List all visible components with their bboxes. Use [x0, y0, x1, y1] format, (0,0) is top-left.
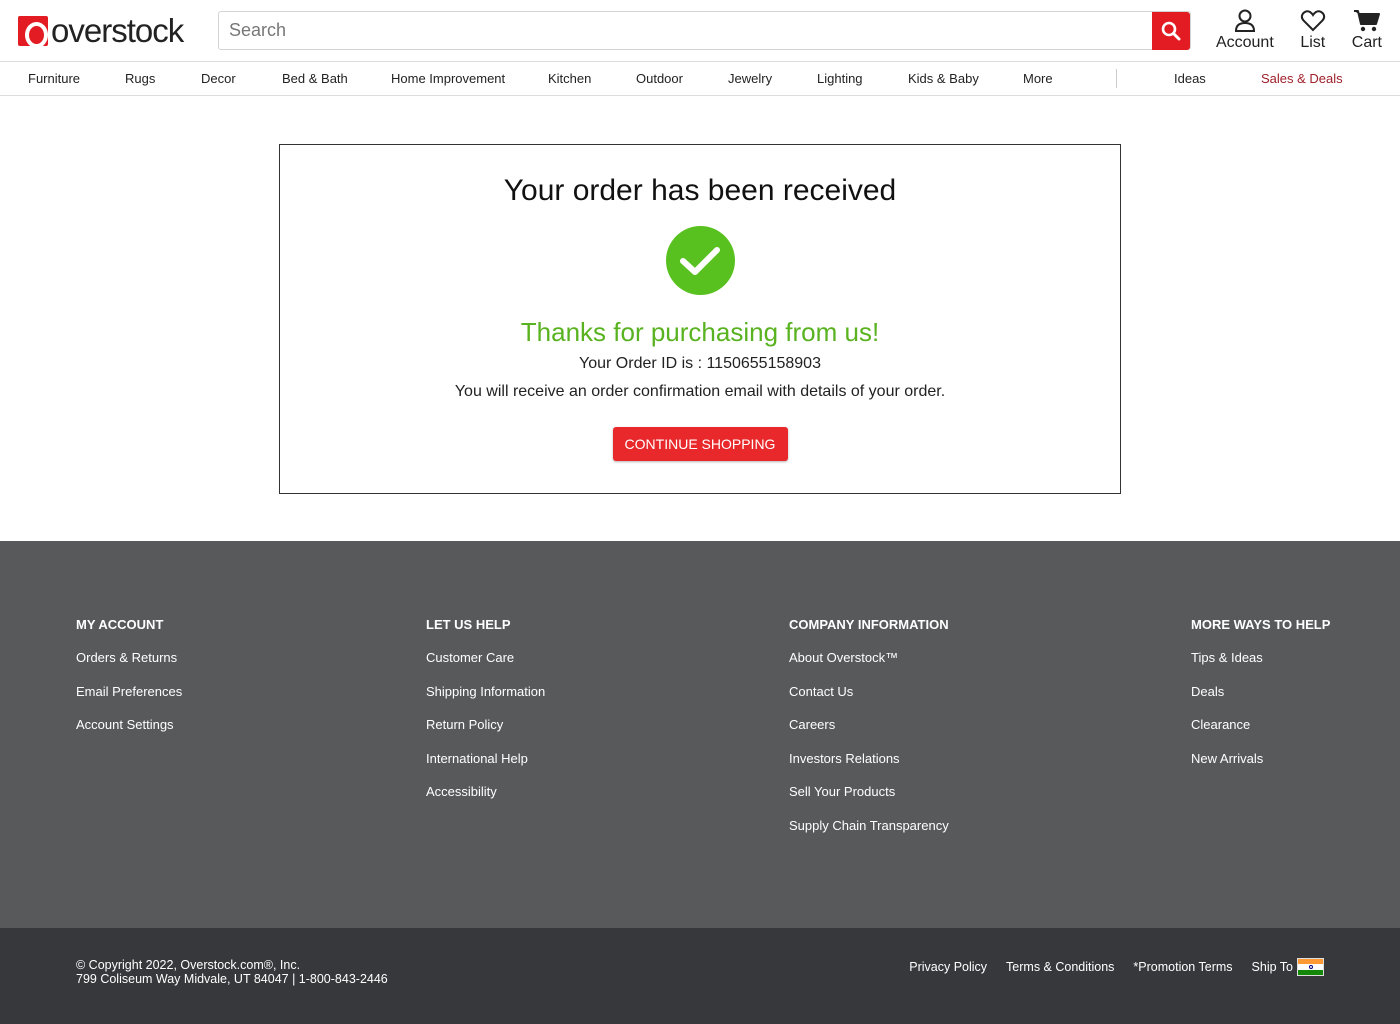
nav-item-ideas[interactable]: Ideas: [1174, 71, 1206, 86]
footer-link-deals[interactable]: Deals: [1191, 684, 1330, 700]
site-footer: MY ACCOUNT Orders & Returns Email Prefer…: [0, 541, 1400, 928]
footer-link-tips-ideas[interactable]: Tips & Ideas: [1191, 650, 1330, 666]
list-label: List: [1300, 34, 1326, 51]
footer-link-contact-us[interactable]: Contact Us: [789, 684, 949, 700]
nav-item-home-improvement[interactable]: Home Improvement: [391, 71, 505, 86]
footer-col-company-information: COMPANY INFORMATION About Overstock™ Con…: [789, 617, 949, 851]
order-id-text: Your Order ID is : 1150655158903: [579, 355, 821, 372]
footer-link-investors-relations[interactable]: Investors Relations: [789, 751, 949, 767]
footer-heading: MORE WAYS TO HELP: [1191, 617, 1331, 632]
india-flag-icon[interactable]: [1297, 958, 1324, 976]
cart-button[interactable]: Cart: [1352, 9, 1382, 52]
cart-label: Cart: [1351, 34, 1382, 51]
footer-link-customer-care[interactable]: Customer Care: [426, 650, 545, 666]
ship-to-link[interactable]: Ship To: [1252, 960, 1293, 974]
success-check-icon: [665, 226, 735, 295]
footer-link-return-policy[interactable]: Return Policy: [426, 717, 545, 733]
search-bar: [218, 11, 1191, 50]
nav-item-more[interactable]: More: [1023, 71, 1053, 86]
footer-link-accessibility[interactable]: Accessibility: [426, 784, 545, 800]
legal-links: Privacy Policy Terms & Conditions *Promo…: [890, 958, 1324, 976]
footer-link-email-preferences[interactable]: Email Preferences: [76, 684, 182, 700]
nav-item-outdoor[interactable]: Outdoor: [636, 71, 683, 86]
footer-bottom-bar: © Copyright 2022, Overstock.com®, Inc. 7…: [0, 928, 1400, 1024]
footer-link-account-settings[interactable]: Account Settings: [76, 717, 182, 733]
footer-col-more-ways-to-help: MORE WAYS TO HELP Tips & Ideas Deals Cle…: [1191, 617, 1330, 784]
footer-col-let-us-help: LET US HELP Customer Care Shipping Infor…: [426, 617, 545, 818]
nav-divider: [1116, 69, 1117, 88]
footer-link-supply-chain-transparency[interactable]: Supply Chain Transparency: [789, 818, 949, 834]
footer-heading: COMPANY INFORMATION: [789, 617, 949, 632]
footer-link-international-help[interactable]: International Help: [426, 751, 545, 767]
continue-shopping-button[interactable]: CONTINUE SHOPPING: [612, 427, 788, 461]
terms-conditions-link[interactable]: Terms & Conditions: [1006, 960, 1114, 974]
account-label: Account: [1215, 34, 1274, 51]
footer-link-sell-your-products[interactable]: Sell Your Products: [789, 784, 949, 800]
page-title: Your order has been received: [503, 174, 897, 207]
footer-heading: LET US HELP: [426, 617, 511, 632]
nav-item-bed-bath[interactable]: Bed & Bath: [282, 71, 348, 86]
promotion-terms-link[interactable]: *Promotion Terms: [1133, 960, 1232, 974]
confirmation-message: You will receive an order confirmation e…: [454, 383, 946, 400]
search-button[interactable]: [1152, 11, 1190, 50]
order-confirmation-card: Your order has been received Thanks for …: [279, 144, 1121, 494]
logo-icon: [18, 15, 48, 48]
heart-icon: [1300, 10, 1325, 32]
nav-item-decor[interactable]: Decor: [201, 71, 236, 86]
footer-link-shipping-information[interactable]: Shipping Information: [426, 684, 545, 700]
nav-item-rugs[interactable]: Rugs: [125, 71, 155, 86]
nav-item-lighting[interactable]: Lighting: [817, 71, 863, 86]
logo-text: overstock: [51, 11, 184, 49]
list-button[interactable]: List: [1300, 9, 1326, 52]
main-content: Your order has been received Thanks for …: [0, 96, 1400, 541]
footer-link-orders-returns[interactable]: Orders & Returns: [76, 650, 182, 666]
copyright-text: © Copyright 2022, Overstock.com®, Inc.: [76, 958, 301, 972]
account-icon: [1234, 9, 1255, 32]
privacy-policy-link[interactable]: Privacy Policy: [909, 960, 987, 974]
thanks-message: Thanks for purchasing from us!: [520, 317, 880, 347]
footer-col-my-account: MY ACCOUNT Orders & Returns Email Prefer…: [76, 617, 182, 751]
category-nav: Furniture Rugs Decor Bed & Bath Home Imp…: [0, 61, 1400, 96]
nav-item-kids-baby[interactable]: Kids & Baby: [908, 71, 979, 86]
header-actions: Account List Cart: [1190, 9, 1382, 52]
nav-item-furniture[interactable]: Furniture: [28, 71, 80, 86]
nav-item-kitchen[interactable]: Kitchen: [548, 71, 591, 86]
footer-link-about-overstock[interactable]: About Overstock™: [789, 650, 949, 666]
nav-item-sales-deals[interactable]: Sales & Deals: [1261, 71, 1343, 86]
footer-link-clearance[interactable]: Clearance: [1191, 717, 1330, 733]
cart-icon: [1353, 10, 1380, 32]
footer-link-careers[interactable]: Careers: [789, 717, 949, 733]
footer-link-new-arrivals[interactable]: New Arrivals: [1191, 751, 1330, 767]
site-header: overstock Account List: [0, 0, 1400, 61]
account-button[interactable]: Account: [1216, 9, 1274, 52]
search-icon: [1161, 21, 1181, 40]
overstock-logo[interactable]: overstock: [18, 12, 218, 50]
nav-item-jewelry[interactable]: Jewelry: [728, 71, 772, 86]
search-input[interactable]: [219, 12, 1152, 49]
copyright-block: © Copyright 2022, Overstock.com®, Inc. 7…: [76, 958, 388, 986]
address-text: 799 Coliseum Way Midvale, UT 84047 | 1-8…: [76, 972, 388, 986]
footer-heading: MY ACCOUNT: [76, 617, 164, 632]
